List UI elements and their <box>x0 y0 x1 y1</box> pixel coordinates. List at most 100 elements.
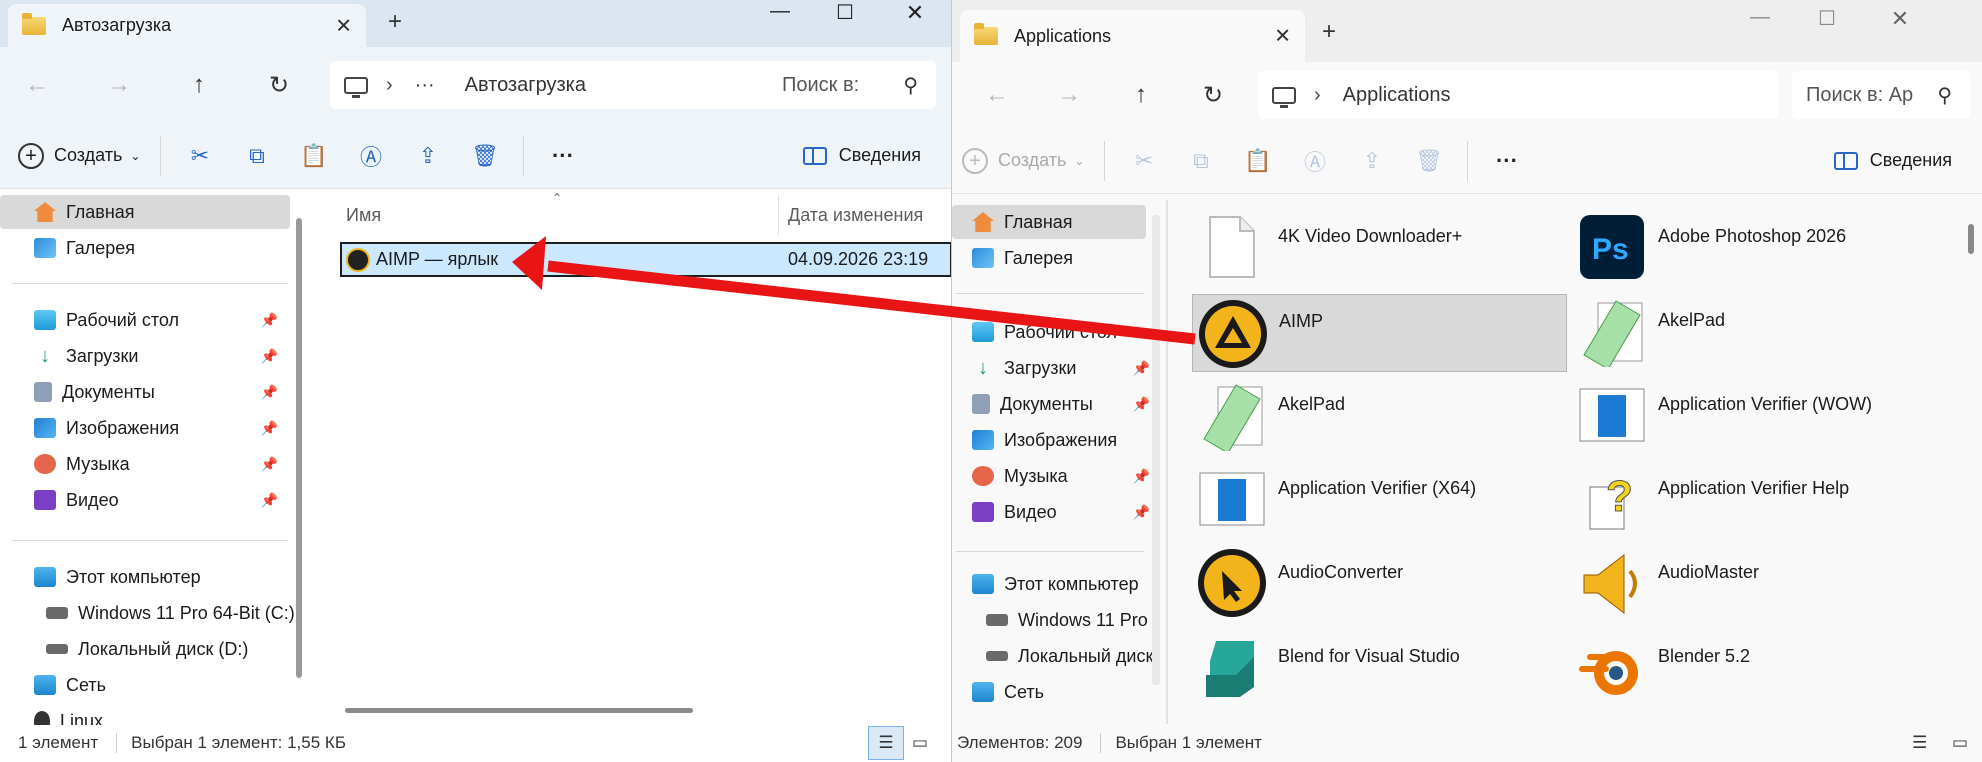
app-item[interactable]: Application Verifier (WOW) <box>1572 378 1947 456</box>
tab-applications[interactable]: Applications ✕ <box>960 10 1305 62</box>
sidebar-item-downloads[interactable]: ↓ Загрузки 📌 <box>952 351 1152 385</box>
pin-icon[interactable]: 📌 <box>261 420 278 437</box>
breadcrumb-current[interactable]: Applications <box>1343 84 1451 107</box>
maximize-button[interactable]: ☐ <box>1807 6 1847 31</box>
sidebar-item-music[interactable]: Музыка 📌 <box>0 447 290 481</box>
pin-icon[interactable]: 📌 <box>1133 396 1150 413</box>
paste-button[interactable]: 📋 <box>285 143 342 169</box>
sidebar-item-music[interactable]: Музыка 📌 <box>952 459 1152 493</box>
share-button[interactable]: ⇪ <box>399 143 456 169</box>
pin-icon[interactable]: 📌 <box>1133 468 1150 485</box>
breadcrumb-current[interactable]: Автозагрузка <box>465 74 586 97</box>
minimize-button[interactable]: — <box>1740 6 1780 29</box>
back-button[interactable]: ← <box>12 71 62 99</box>
pin-icon[interactable]: 📌 <box>1133 504 1150 521</box>
address-bar[interactable]: › Applications <box>1258 71 1778 119</box>
tab-autostart[interactable]: Автозагрузка ✕ <box>8 4 366 47</box>
sidebar-item-drive-d[interactable]: Локальный диск (D:) <box>0 632 290 666</box>
app-item[interactable]: AudioMaster <box>1572 546 1947 624</box>
app-item[interactable]: 4K Video Downloader+ <box>1192 210 1567 288</box>
sidebar-item-linux[interactable]: Linux <box>0 704 290 725</box>
pin-icon[interactable]: 📌 <box>1133 360 1150 377</box>
minimize-button[interactable]: — <box>760 0 800 23</box>
sidebar-item-gallery[interactable]: Галерея <box>0 231 290 265</box>
pin-icon[interactable]: 📌 <box>261 456 278 473</box>
back-button[interactable]: ← <box>972 81 1022 109</box>
maximize-button[interactable]: ☐ <box>825 0 865 25</box>
details-view-button[interactable]: ☰ <box>868 726 904 760</box>
address-bar[interactable]: › ··· Автозагрузка <box>330 61 785 109</box>
sidebar-item-home[interactable]: Главная <box>952 205 1146 239</box>
app-item[interactable]: Blender 5.2 <box>1572 630 1947 708</box>
more-button[interactable]: ··· <box>1478 148 1535 174</box>
file-row-aimp-shortcut[interactable]: AIMP — ярлык 04.09.2026 23:19 <box>340 242 951 277</box>
delete-button[interactable]: 🗑 <box>456 143 513 169</box>
create-button[interactable]: + Создать ⌄ <box>0 142 150 169</box>
sidebar-item-network[interactable]: Сеть <box>0 668 290 702</box>
sidebar-item-network[interactable]: Сеть <box>952 675 1152 709</box>
sidebar-item-downloads[interactable]: ↓ Загрузки 📌 <box>0 339 290 373</box>
refresh-button[interactable]: ↻ <box>1188 81 1238 110</box>
app-item[interactable]: AudioConverter <box>1192 546 1567 624</box>
sidebar-item-desktop[interactable]: Рабочий стол <box>952 315 1152 349</box>
sidebar-item-pictures[interactable]: Изображения <box>952 423 1152 457</box>
app-item-selected[interactable]: AIMP <box>1192 294 1567 372</box>
sidebar-item-home[interactable]: Главная <box>0 195 290 229</box>
share-button[interactable]: ⇪ <box>1343 148 1400 174</box>
search-input[interactable]: Поиск в: Ар ⚲ <box>1792 71 1970 119</box>
sidebar-item-documents[interactable]: Документы 📌 <box>952 387 1152 421</box>
app-item[interactable]: Blend for Visual Studio <box>1192 630 1567 708</box>
pin-icon[interactable]: 📌 <box>261 348 278 365</box>
details-button[interactable]: Сведения <box>1833 150 1952 171</box>
more-button[interactable]: ··· <box>534 143 591 169</box>
rename-button[interactable]: Ⓐ <box>1286 145 1343 177</box>
sidebar-item-videos[interactable]: Видео 📌 <box>0 483 290 517</box>
sidebar-item-gallery[interactable]: Галерея <box>952 241 1142 275</box>
search-input[interactable]: Поиск в: ⚲ <box>768 61 936 109</box>
sidebar-item-pictures[interactable]: Изображения 📌 <box>0 411 290 445</box>
sidebar-item-desktop[interactable]: Рабочий стол 📌 <box>0 303 290 337</box>
sidebar-scrollbar[interactable] <box>296 218 302 678</box>
close-window-button[interactable]: ✕ <box>1880 6 1920 32</box>
column-name[interactable]: Имя <box>346 205 381 226</box>
column-date[interactable]: Дата изменения <box>788 205 923 226</box>
forward-button[interactable]: → <box>1044 81 1094 109</box>
create-button[interactable]: + Создать ⌄ <box>952 147 1094 174</box>
up-button[interactable]: ↑ <box>174 71 224 99</box>
sidebar-item-drive-c[interactable]: Windows 11 Pro <box>952 603 1152 637</box>
app-item[interactable]: Ps Adobe Photoshop 2026 <box>1572 210 1947 288</box>
app-item[interactable]: Application Verifier (X64) <box>1192 462 1567 540</box>
pin-icon[interactable]: 📌 <box>261 492 278 509</box>
horizontal-scrollbar[interactable] <box>345 708 693 713</box>
sidebar-item-drive-d[interactable]: Локальный диск <box>952 639 1152 673</box>
sidebar-scrollbar-track[interactable] <box>1152 215 1160 685</box>
up-button[interactable]: ↑ <box>1116 81 1166 109</box>
close-tab-icon[interactable]: ✕ <box>335 13 352 38</box>
copy-button[interactable]: ⧉ <box>228 143 285 169</box>
refresh-button[interactable]: ↻ <box>254 71 304 100</box>
new-tab-button[interactable]: + <box>388 8 402 36</box>
sidebar-item-this-pc[interactable]: Этот компьютер <box>0 560 290 594</box>
new-tab-button[interactable]: + <box>1322 18 1336 46</box>
breadcrumb-more[interactable]: ··· <box>415 74 435 97</box>
details-button[interactable]: Сведения <box>802 145 921 166</box>
tiles-view-button[interactable]: ▭ <box>1952 733 1968 753</box>
close-tab-icon[interactable]: ✕ <box>1274 24 1291 49</box>
sidebar-item-documents[interactable]: Документы 📌 <box>0 375 290 409</box>
sidebar-item-videos[interactable]: Видео 📌 <box>952 495 1152 529</box>
tiles-view-button[interactable]: ▭ <box>912 733 928 753</box>
cut-button[interactable]: ✂ <box>1115 148 1172 174</box>
pin-icon[interactable]: 📌 <box>261 312 278 329</box>
cut-button[interactable]: ✂ <box>171 143 228 169</box>
sidebar-item-this-pc[interactable]: Этот компьютер <box>952 567 1152 601</box>
copy-button[interactable]: ⧉ <box>1172 148 1229 174</box>
forward-button[interactable]: → <box>94 71 144 99</box>
close-window-button[interactable]: ✕ <box>895 0 935 26</box>
details-view-button[interactable]: ☰ <box>1912 733 1927 753</box>
pin-icon[interactable]: 📌 <box>261 384 278 401</box>
sidebar-item-drive-c[interactable]: Windows 11 Pro 64-Bit (C:) <box>0 596 295 630</box>
delete-button[interactable]: 🗑 <box>1400 148 1457 174</box>
app-item[interactable]: ? Application Verifier Help <box>1572 462 1947 540</box>
items-scrollbar[interactable] <box>1968 224 1974 254</box>
paste-button[interactable]: 📋 <box>1229 148 1286 174</box>
